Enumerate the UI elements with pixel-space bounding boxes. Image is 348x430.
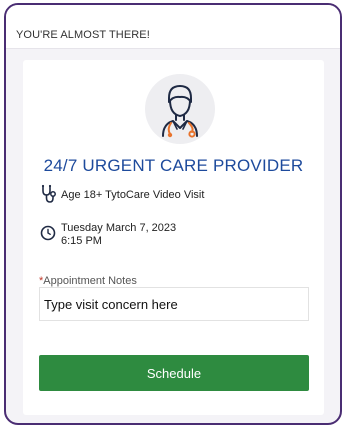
provider-title: 24/7 URGENT CARE PROVIDER (43, 156, 304, 175)
notes-label-text: Appointment Notes (43, 275, 137, 287)
appointment-date: Tuesday March 7, 2023 (61, 222, 177, 234)
schedule-button[interactable]: Schedule (39, 355, 309, 391)
app-frame: YOU'RE ALMOST THERE! 24/7 URGENT CARE PR… (4, 3, 342, 425)
stethoscope-icon (41, 184, 56, 203)
doctor-icon (162, 85, 198, 138)
header: YOU'RE ALMOST THERE! (6, 5, 340, 49)
appointment-notes-input[interactable] (39, 287, 309, 321)
appointment-card: 24/7 URGENT CARE PROVIDER Age 18+ TytoCa… (23, 60, 324, 415)
provider-avatar (145, 74, 215, 144)
clock-icon (40, 225, 56, 241)
appointment-time: 6:15 PM (61, 235, 102, 247)
notes-label: *Appointment Notes (39, 275, 137, 287)
visit-type: Age 18+ TytoCare Video Visit (61, 189, 205, 201)
header-title: YOU'RE ALMOST THERE! (16, 29, 150, 41)
